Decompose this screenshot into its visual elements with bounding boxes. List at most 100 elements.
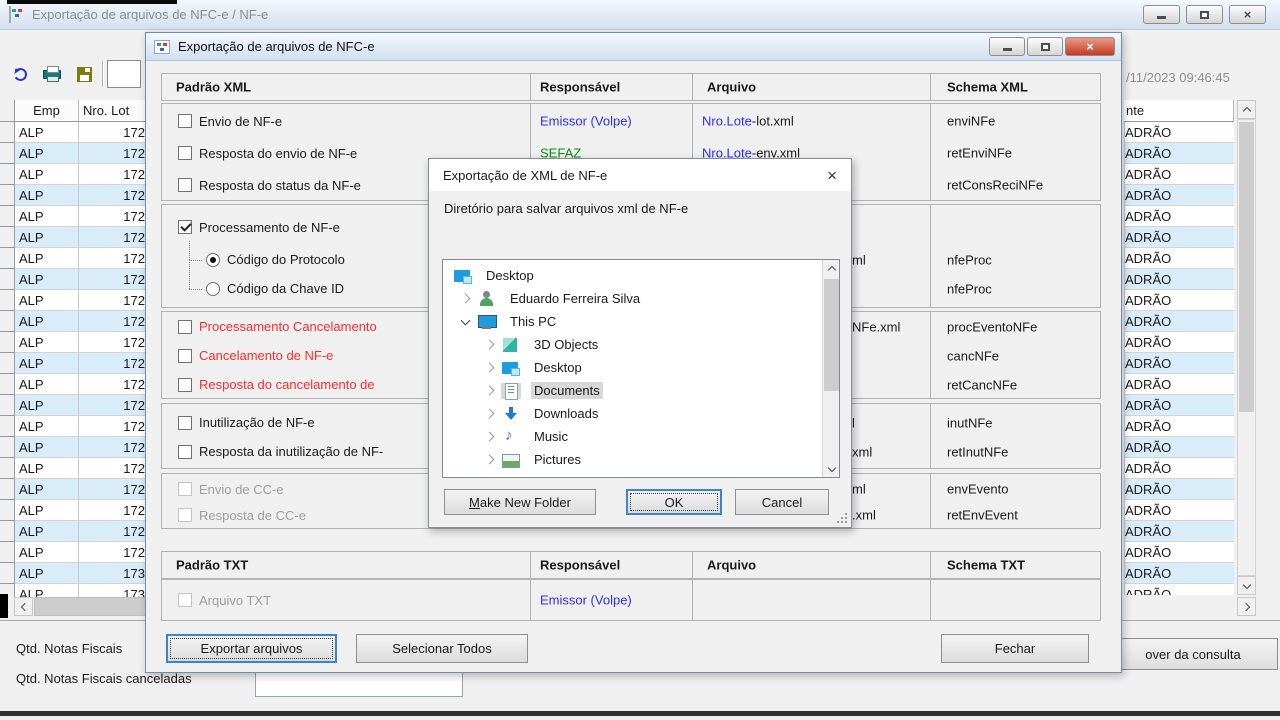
table-row[interactable]: ADRÃO: [1124, 353, 1234, 374]
radio-codigo-protocolo[interactable]: [206, 253, 220, 267]
tree-item[interactable]: Pictures: [443, 448, 839, 471]
checkbox-resposta-inutilizacao[interactable]: [178, 445, 192, 459]
tree-chevron-icon[interactable]: [483, 407, 497, 421]
row-selector[interactable]: [0, 353, 15, 374]
dialog-close-button[interactable]: ×: [1065, 37, 1115, 56]
table-row[interactable]: ALP 172: [0, 395, 147, 416]
table-row[interactable]: ALP 173: [0, 563, 147, 584]
table-row[interactable]: ALP 172: [0, 164, 147, 185]
row-selector[interactable]: [0, 143, 15, 164]
row-selector[interactable]: [0, 185, 15, 206]
table-row[interactable]: ALP 172: [0, 479, 147, 500]
table-row[interactable]: ALP 172: [0, 185, 147, 206]
table-row[interactable]: ADRÃO: [1124, 122, 1234, 143]
table-row[interactable]: ADRÃO: [1124, 542, 1234, 563]
tree-item[interactable]: Eduardo Ferreira Silva: [443, 287, 839, 310]
row-selector[interactable]: [0, 437, 15, 458]
row-selector[interactable]: [0, 374, 15, 395]
table-row[interactable]: ALP 172: [0, 374, 147, 395]
table-row[interactable]: ALP 172: [0, 248, 147, 269]
tree-item[interactable]: Downloads: [443, 402, 839, 425]
row-selector[interactable]: [0, 248, 15, 269]
scroll-right-button[interactable]: [1237, 597, 1256, 616]
row-selector[interactable]: [0, 227, 15, 248]
scroll-up-button[interactable]: [1237, 100, 1256, 119]
main-window-titlebar[interactable]: Exportação de arquivos de NFC-e / NF-e ×: [0, 0, 1280, 30]
tree-scroll-up-button[interactable]: [823, 260, 840, 277]
tree-item[interactable]: Music: [443, 425, 839, 448]
table-row[interactable]: ADRÃO: [1124, 185, 1234, 206]
resize-grip[interactable]: [837, 513, 847, 523]
checkbox-envio-nfe[interactable]: [178, 114, 192, 128]
minimize-button[interactable]: [1143, 5, 1180, 24]
tree-item[interactable]: This PC: [443, 310, 839, 333]
table-row[interactable]: ALP 172: [0, 311, 147, 332]
table-row[interactable]: ADRÃO: [1124, 437, 1234, 458]
table-row[interactable]: ADRÃO: [1124, 206, 1234, 227]
tree-chevron-icon[interactable]: [483, 384, 497, 398]
table-row[interactable]: ADRÃO: [1124, 500, 1234, 521]
dialog-minimize-button[interactable]: [989, 37, 1025, 56]
column-header-ambiente[interactable]: nte: [1124, 100, 1234, 122]
table-row[interactable]: ADRÃO: [1124, 311, 1234, 332]
tree-chevron-icon[interactable]: [459, 292, 473, 306]
vertical-scrollbar-thumb[interactable]: [1239, 122, 1254, 412]
table-row[interactable]: ALP 172: [0, 143, 147, 164]
scroll-down-button[interactable]: [1237, 576, 1256, 595]
row-selector[interactable]: [0, 500, 15, 521]
table-row[interactable]: ALP 172: [0, 353, 147, 374]
fechar-button[interactable]: Fechar: [941, 634, 1089, 663]
checkbox-processamento-nfe[interactable]: [178, 220, 192, 234]
table-row[interactable]: ALP 172: [0, 206, 147, 227]
table-row[interactable]: ADRÃO: [1124, 164, 1234, 185]
table-row[interactable]: ADRÃO: [1124, 227, 1234, 248]
tree-item[interactable]: Desktop: [443, 356, 839, 379]
folder-dialog-close-icon[interactable]: ×: [827, 167, 837, 184]
export-dialog-titlebar[interactable]: Exportação de arquivos de NFC-e ×: [146, 33, 1121, 61]
tree-chevron-icon[interactable]: [459, 315, 473, 329]
qtd-canceladas-field[interactable]: [255, 669, 463, 697]
table-row[interactable]: ADRÃO: [1124, 563, 1234, 584]
row-selector[interactable]: [0, 479, 15, 500]
refresh-button[interactable]: [6, 60, 34, 88]
checkbox-resposta-cancelamento[interactable]: [178, 378, 192, 392]
row-selector[interactable]: [0, 206, 15, 227]
table-row[interactable]: ADRÃO: [1124, 332, 1234, 353]
table-row[interactable]: ADRÃO: [1124, 143, 1234, 164]
row-selector[interactable]: [0, 458, 15, 479]
exportar-arquivos-button[interactable]: Exportar arquivos: [166, 634, 337, 663]
main-table-right-column[interactable]: nte ADRÃO ADRÃO ADRÃO ADRÃO: [1124, 100, 1234, 595]
table-row[interactable]: ALP 172: [0, 332, 147, 353]
table-row[interactable]: ALP 172: [0, 227, 147, 248]
table-row[interactable]: ALP 172: [0, 500, 147, 521]
folder-dialog-titlebar[interactable]: Exportação de XML de NF-e ×: [429, 159, 851, 191]
table-row[interactable]: ADRÃO: [1124, 269, 1234, 290]
table-row[interactable]: ALP 172: [0, 458, 147, 479]
table-row[interactable]: ALP 172: [0, 122, 147, 143]
row-selector[interactable]: [0, 563, 15, 584]
row-selector[interactable]: [0, 542, 15, 563]
tree-item[interactable]: 3D Objects: [443, 333, 839, 356]
main-table[interactable]: Emp Nro. Lot ALP 172 ALP 172 A: [0, 100, 147, 597]
column-header-emp[interactable]: Emp: [15, 100, 79, 122]
table-row[interactable]: ADRÃO: [1124, 458, 1234, 479]
table-row[interactable]: ALP 172: [0, 290, 147, 311]
row-selector[interactable]: [0, 311, 15, 332]
table-row[interactable]: ADRÃO: [1124, 479, 1234, 500]
tree-scrollbar[interactable]: [822, 260, 839, 477]
table-row[interactable]: ADRÃO: [1124, 374, 1234, 395]
row-selector[interactable]: [0, 416, 15, 437]
table-row[interactable]: ADRÃO: [1124, 416, 1234, 437]
table-row[interactable]: ALP 172: [0, 416, 147, 437]
row-selector[interactable]: [0, 332, 15, 353]
row-selector[interactable]: [0, 395, 15, 416]
save-button[interactable]: [70, 60, 98, 88]
row-selector[interactable]: [0, 122, 15, 143]
cancel-button[interactable]: Cancel: [735, 489, 829, 515]
ok-button[interactable]: OK: [626, 489, 722, 515]
radio-codigo-chave-id[interactable]: [206, 282, 220, 296]
tree-chevron-icon[interactable]: [483, 338, 497, 352]
make-new-folder-button[interactable]: Make New Folder: [444, 489, 596, 515]
table-row[interactable]: ADRÃO: [1124, 521, 1234, 542]
selecionar-todos-button[interactable]: Selecionar Todos: [356, 634, 528, 663]
